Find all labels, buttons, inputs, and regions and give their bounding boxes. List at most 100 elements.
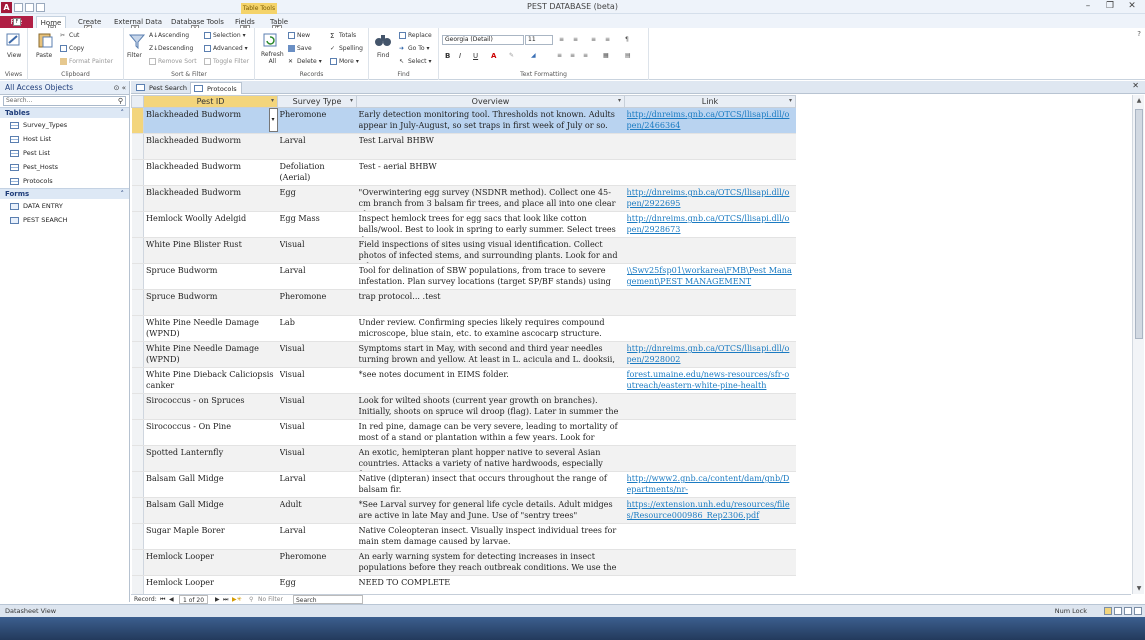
record-selector[interactable] <box>131 341 144 368</box>
cell-survey-type[interactable]: Visual <box>277 445 357 472</box>
cell-survey-type[interactable]: Larval <box>277 263 357 290</box>
cell-pest-id[interactable]: White Pine Needle Damage (WPND) <box>143 315 278 342</box>
cell-link[interactable]: http://dnreims.gnb.ca/OTCS/llisapi.dll/o… <box>624 107 796 134</box>
new-blank-record-icon[interactable]: ▶✳ <box>232 595 242 604</box>
cell-link[interactable] <box>624 393 796 420</box>
last-record-icon[interactable]: ⏭ <box>223 595 228 604</box>
spelling-button[interactable]: ✓ Spelling <box>330 45 363 52</box>
table-row[interactable]: Blackheaded Budworm Egg "Overwintering egg… <box>131 185 796 212</box>
cell-pest-id[interactable]: Sugar Maple Borer <box>143 523 278 550</box>
cell-survey-type[interactable]: Larval <box>277 133 357 160</box>
design-view-icon[interactable] <box>1134 607 1142 615</box>
record-selector[interactable] <box>131 445 144 472</box>
cell-pest-id[interactable]: Spotted Lanternfly <box>143 445 278 472</box>
search-icon[interactable]: ⚲ <box>118 97 123 105</box>
minimize-button[interactable]: – <box>1077 0 1099 13</box>
text-direction-icon[interactable]: ¶ <box>625 36 629 43</box>
cell-overview[interactable]: An exotic, hemipteran plant hopper nativ… <box>356 445 625 472</box>
cell-pest-id[interactable]: Sirococcus - On Pine <box>143 419 278 446</box>
table-row[interactable]: Blackheaded Budworm ▾ Pheromone Early detec… <box>131 107 796 134</box>
gridlines-icon[interactable]: ▦ <box>603 52 609 59</box>
record-selector[interactable] <box>131 419 144 446</box>
table-row[interactable]: White Pine Needle Damage (WPND) Lab Under … <box>131 315 796 342</box>
scrollbar-thumb[interactable] <box>1135 109 1143 339</box>
no-filter-indicator[interactable]: No Filter <box>258 595 283 604</box>
toggle-filter-button[interactable]: Toggle Filter <box>204 58 249 65</box>
highlight-icon[interactable]: ✎ <box>509 52 514 59</box>
column-dropdown-icon[interactable]: ▾ <box>350 97 353 104</box>
record-selector[interactable] <box>131 497 144 524</box>
cell-survey-type[interactable]: Visual <box>277 237 357 264</box>
previous-record-icon[interactable]: ◀ <box>169 595 174 604</box>
cell-link[interactable] <box>624 289 796 316</box>
table-row[interactable]: Hemlock Looper Egg NEED TO COMPLETE <box>131 575 796 594</box>
select-all-corner[interactable] <box>131 95 144 108</box>
table-row[interactable]: White Pine Dieback Caliciopsis canker Vis… <box>131 367 796 394</box>
cell-link[interactable] <box>624 237 796 264</box>
record-selector[interactable] <box>131 237 144 264</box>
column-header-pest-id[interactable]: Pest ID ▾ <box>143 95 278 108</box>
record-selector[interactable] <box>131 471 144 498</box>
table-row[interactable]: Sirococcus - on Spruces Visual Look for wi… <box>131 393 796 420</box>
font-color-icon[interactable]: A <box>491 52 496 60</box>
cell-survey-type[interactable]: Visual <box>277 341 357 368</box>
scroll-up-icon[interactable]: ▲ <box>1133 97 1145 104</box>
cell-link[interactable]: \\Swv25fsp01\workarea\FMB\Pest Managemen… <box>624 263 796 290</box>
filter-button[interactable]: Filter <box>127 52 142 59</box>
remove-sort-button[interactable]: Remove Sort <box>149 58 197 65</box>
italic-button[interactable]: I <box>459 52 461 60</box>
copy-button[interactable]: Copy <box>60 45 84 52</box>
paste-button[interactable]: Paste <box>36 52 52 59</box>
table-row[interactable]: Blackheaded Budworm Defoliation (Aerial) T… <box>131 159 796 186</box>
cell-pest-id[interactable]: White Pine Dieback Caliciopsis canker <box>143 367 278 394</box>
column-header-link[interactable]: Link ▾ <box>624 95 796 108</box>
descending-button[interactable]: Z↓ Descending <box>149 45 193 52</box>
doc-tab-pest-search[interactable]: Pest Search <box>133 82 191 94</box>
cell-overview[interactable]: Symptoms start in May, with second and t… <box>356 341 625 368</box>
cell-overview[interactable]: Test Larval BHBW <box>356 133 625 160</box>
cell-overview[interactable]: In red pine, damage can be very severe, … <box>356 419 625 446</box>
goto-button[interactable]: ➜ Go To ▾ <box>399 45 430 52</box>
record-selector[interactable] <box>131 575 144 594</box>
cell-overview[interactable]: Early detection monitoring tool. Thresho… <box>356 107 625 134</box>
paste-icon[interactable] <box>36 32 54 48</box>
cell-survey-type[interactable]: Pheromone <box>277 289 357 316</box>
cell-overview[interactable]: Inspect hemlock trees for egg sacs that … <box>356 211 625 238</box>
save-record-button[interactable]: Save <box>288 45 312 52</box>
table-row[interactable]: Balsam Gall Midge Adult *See Larval survey… <box>131 497 796 524</box>
cell-pest-id[interactable]: Spruce Budworm <box>143 263 278 290</box>
cell-link[interactable] <box>624 159 796 186</box>
cell-survey-type[interactable]: Defoliation (Aerial) <box>277 159 357 186</box>
table-row[interactable]: Hemlock Looper Pheromone An early warning … <box>131 549 796 576</box>
cell-survey-type[interactable]: Larval <box>277 471 357 498</box>
cell-survey-type[interactable]: Egg Mass <box>277 211 357 238</box>
cell-link[interactable] <box>624 419 796 446</box>
cell-overview[interactable]: Under review. Confirming species likely … <box>356 315 625 342</box>
column-dropdown-icon[interactable]: ▾ <box>789 97 792 104</box>
view-icon[interactable] <box>5 32 23 48</box>
refresh-icon[interactable] <box>261 32 279 48</box>
ribbon-help-icon[interactable]: ? <box>1137 30 1141 38</box>
nav-pane-collapse-icon[interactable]: ⊙ « <box>114 81 126 95</box>
record-selector[interactable] <box>131 549 144 576</box>
cell-overview[interactable]: Native Coleopteran insect. Visually insp… <box>356 523 625 550</box>
cell-survey-type[interactable]: Pheromone <box>277 549 357 576</box>
cell-link[interactable] <box>624 445 796 472</box>
cell-overview[interactable]: NEED TO COMPLETE <box>356 575 625 594</box>
cell-link[interactable]: http://dnreims.gnb.ca/OTCS/llisapi.dll/o… <box>624 341 796 368</box>
cell-pest-id[interactable]: Blackheaded Budworm <box>143 159 278 186</box>
cell-overview[interactable]: trap protocol... .test <box>356 289 625 316</box>
datasheet-view-icon[interactable] <box>1104 607 1112 615</box>
cell-link[interactable] <box>624 133 796 160</box>
cell-survey-type[interactable]: Lab <box>277 315 357 342</box>
cell-survey-type[interactable]: Egg <box>277 185 357 212</box>
cut-button[interactable]: ✂ Cut <box>60 32 79 39</box>
record-selector[interactable] <box>131 133 144 160</box>
cell-overview[interactable]: Test - aerial BHBW <box>356 159 625 186</box>
ascending-button[interactable]: A↓ Ascending <box>149 32 189 39</box>
cell-link[interactable] <box>624 315 796 342</box>
new-record-button[interactable]: New <box>288 32 310 39</box>
filter-icon[interactable] <box>128 33 146 49</box>
font-size-combo[interactable]: 11 <box>525 35 553 45</box>
cell-pest-id[interactable]: Hemlock Looper <box>143 549 278 576</box>
